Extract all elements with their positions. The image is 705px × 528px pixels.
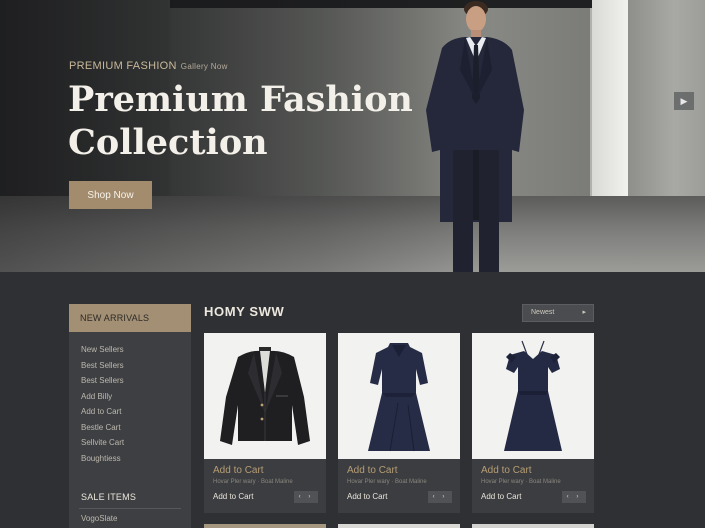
add-to-cart-button[interactable]: Add to Cart <box>213 492 253 501</box>
sidebar-sale-item[interactable]: VogoSlate <box>81 514 117 523</box>
leather-jacket-illustration <box>220 347 310 445</box>
add-to-cart-button[interactable]: Add to Cart <box>481 492 521 501</box>
sidebar-heading-new-arrivals[interactable]: NEW ARRIVALS <box>69 304 191 332</box>
hero-banner: PREMIUM FASHION Gallery Now Premium Fashi… <box>0 0 705 272</box>
sidebar-category-list: New Sellers Best Sellers Best Sellers Ad… <box>69 332 191 466</box>
product-image-leather-jacket[interactable] <box>204 333 326 459</box>
sidebar-item[interactable]: Bestle Cart <box>81 420 191 436</box>
product-card[interactable]: Add to Cart Hovar Pler wary · Boat Malin… <box>204 333 326 513</box>
product-card-peek <box>338 524 460 528</box>
add-to-cart-button[interactable]: Add to Cart <box>347 492 387 501</box>
hero-title-line-1: Premium Fashion <box>68 79 413 120</box>
category-sidebar: NEW ARRIVALS New Sellers Best Sellers Be… <box>69 304 191 528</box>
product-card-peek <box>204 524 326 528</box>
product-carousel-arrows[interactable]: ‹ › <box>428 491 452 503</box>
sidebar-item[interactable]: Add Billy <box>81 389 191 405</box>
hero-eyebrow-text: PREMIUM FASHION <box>69 60 177 72</box>
hero-title: Premium Fashion Collection <box>68 78 428 164</box>
cold-shoulder-dress-illustration <box>504 340 562 451</box>
product-image-cold-shoulder-dress[interactable] <box>472 333 594 459</box>
shop-now-button[interactable]: Shop Now <box>69 181 152 209</box>
hero-eyebrow: PREMIUM FASHION Gallery Now <box>69 60 228 72</box>
navy-dress-illustration <box>368 343 430 452</box>
sort-dropdown[interactable]: Newest ▸ <box>522 304 594 322</box>
sidebar-divider <box>79 508 181 509</box>
product-carousel-arrows[interactable]: ‹ › <box>562 491 586 503</box>
sort-dropdown-value: Newest <box>531 309 555 316</box>
product-carousel-arrows[interactable]: ‹ › <box>294 491 318 503</box>
product-cart-label[interactable]: Add to Cart <box>481 465 532 476</box>
product-card-peek <box>472 524 594 528</box>
hero-title-line-2: Collection <box>68 122 268 163</box>
product-tagline: Hovar Pler wary · Boat Maline <box>347 479 427 485</box>
sidebar-heading-sale-items[interactable]: SALE ITEMS <box>81 492 136 502</box>
chevron-right-icon[interactable]: ▶ <box>674 92 694 110</box>
sidebar-item[interactable]: New Sellers <box>81 342 191 358</box>
product-cart-label[interactable]: Add to Cart <box>347 465 398 476</box>
sidebar-item[interactable]: Add to Cart <box>81 404 191 420</box>
chevron-right-icon: ▸ <box>582 309 586 316</box>
product-tagline: Hovar Pler wary · Boat Maline <box>213 479 293 485</box>
product-image-navy-dress[interactable] <box>338 333 460 459</box>
hero-model-image <box>426 1 524 272</box>
sidebar-item[interactable]: Best Sellers <box>81 358 191 374</box>
products-section-title: HOMY SWW <box>204 304 285 319</box>
hero-eyebrow-sub: Gallery Now <box>180 62 228 71</box>
sidebar-item[interactable]: Best Sellers <box>81 373 191 389</box>
product-card[interactable]: Add to Cart Hovar Pler wary · Boat Malin… <box>472 333 594 513</box>
product-cart-label[interactable]: Add to Cart <box>213 465 264 476</box>
sidebar-item[interactable]: Boughtiess <box>81 451 191 467</box>
product-tagline: Hovar Pler wary · Boat Maline <box>481 479 561 485</box>
product-card[interactable]: Add to Cart Hovar Pler wary · Boat Malin… <box>338 333 460 513</box>
sidebar-item[interactable]: Sellvite Cart <box>81 435 191 451</box>
